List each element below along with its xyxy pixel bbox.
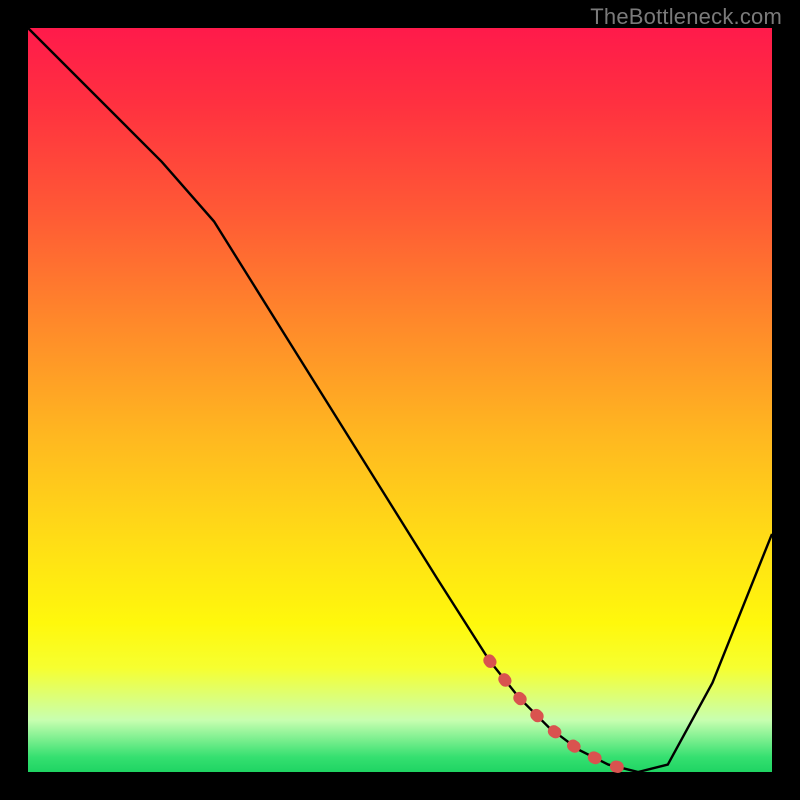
chart-frame: TheBottleneck.com — [0, 0, 800, 800]
bottleneck-curve-path — [28, 28, 772, 772]
curve-layer — [28, 28, 772, 772]
watermark-text: TheBottleneck.com — [590, 4, 782, 30]
emphasis-segment-path — [489, 660, 638, 772]
plot-area — [28, 28, 772, 772]
